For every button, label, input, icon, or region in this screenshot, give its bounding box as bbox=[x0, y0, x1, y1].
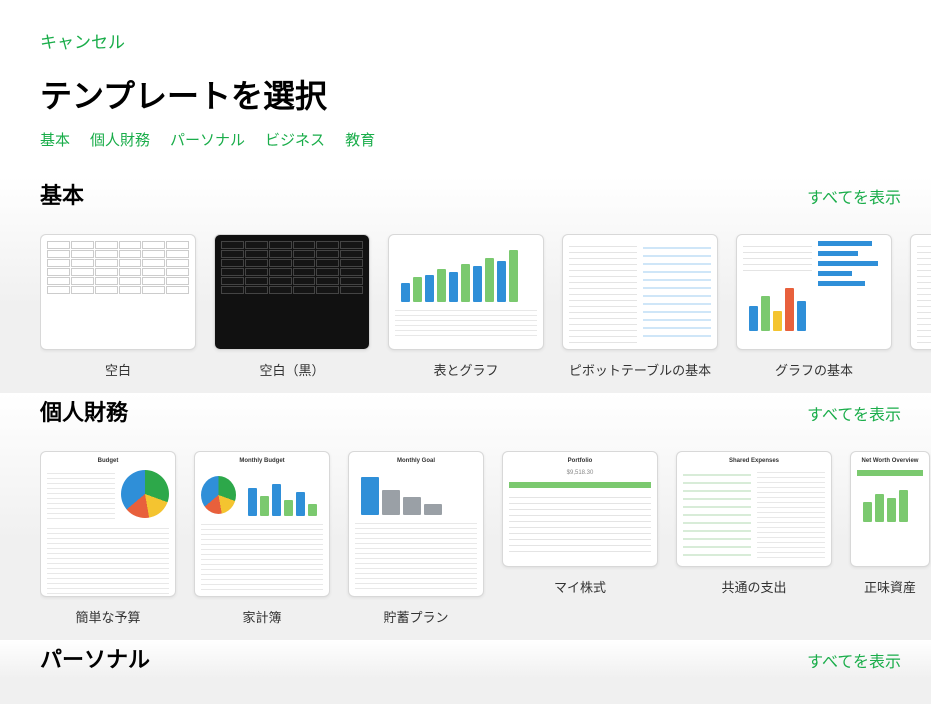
template-blank-black-label: 空白（黒） bbox=[214, 360, 370, 379]
tab-personal-finance[interactable]: 個人財務 bbox=[90, 129, 150, 150]
cancel-button[interactable]: キャンセル bbox=[40, 28, 891, 53]
template-table-chart[interactable]: 表とグラフ bbox=[388, 234, 544, 379]
tab-basic[interactable]: 基本 bbox=[40, 129, 70, 150]
template-shared-expenses-label: 共通の支出 bbox=[676, 577, 832, 596]
template-my-stocks-label: マイ株式 bbox=[502, 577, 658, 596]
template-blank[interactable]: 空白 bbox=[40, 234, 196, 379]
template-shared-expenses[interactable]: Shared Expenses 共通の支出 bbox=[676, 451, 832, 626]
template-blank-label: 空白 bbox=[40, 360, 196, 379]
template-simple-budget-label: 簡単な予算 bbox=[40, 607, 176, 626]
category-finance: 個人財務 すべてを表示 Budget 簡単な予算 Monthly Budget bbox=[0, 393, 931, 640]
template-net-worth-label: 正味資産 bbox=[850, 577, 930, 596]
page-title: テンプレートを選択 bbox=[40, 71, 891, 117]
template-chart-basics[interactable]: グラフの基本 bbox=[736, 234, 892, 379]
template-table-chart-label: 表とグラフ bbox=[388, 360, 544, 379]
category-personal-showall[interactable]: すべてを表示 bbox=[807, 648, 901, 672]
template-net-worth[interactable]: Net Worth Overview 正味資産 bbox=[850, 451, 930, 626]
category-basic: 基本 すべてを表示 空白 空白（黒） 表とグラフ bbox=[0, 176, 931, 393]
template-chart-basics-label: グラフの基本 bbox=[736, 360, 892, 379]
template-household-budget-label: 家計簿 bbox=[194, 607, 330, 626]
template-household-budget[interactable]: Monthly Budget 家計簿 bbox=[194, 451, 330, 626]
tab-business[interactable]: ビジネス bbox=[265, 129, 325, 150]
template-simple-budget[interactable]: Budget 簡単な予算 bbox=[40, 451, 176, 626]
template-savings-plan-label: 貯蓄プラン bbox=[348, 607, 484, 626]
template-my-stocks[interactable]: Portfolio $9,518.30 マイ株式 bbox=[502, 451, 658, 626]
tab-personal[interactable]: パーソナル bbox=[170, 129, 245, 150]
template-pivot-basics-label: ピボットテーブルの基本 bbox=[562, 360, 718, 379]
template-blank-black[interactable]: 空白（黒） bbox=[214, 234, 370, 379]
template-pivot-basics[interactable]: ピボットテーブルの基本 bbox=[562, 234, 718, 379]
tab-education[interactable]: 教育 bbox=[345, 129, 375, 150]
category-finance-title: 個人財務 bbox=[40, 395, 128, 427]
template-overflow-basic[interactable] bbox=[910, 234, 931, 379]
template-savings-plan[interactable]: Monthly Goal 貯蓄プラン bbox=[348, 451, 484, 626]
category-personal-title: パーソナル bbox=[40, 642, 150, 674]
category-personal: パーソナル すべてを表示 bbox=[0, 640, 931, 704]
category-basic-showall[interactable]: すべてを表示 bbox=[807, 184, 901, 208]
category-basic-title: 基本 bbox=[40, 178, 84, 210]
category-tabs: 基本 個人財務 パーソナル ビジネス 教育 bbox=[40, 129, 891, 150]
category-finance-showall[interactable]: すべてを表示 bbox=[807, 401, 901, 425]
